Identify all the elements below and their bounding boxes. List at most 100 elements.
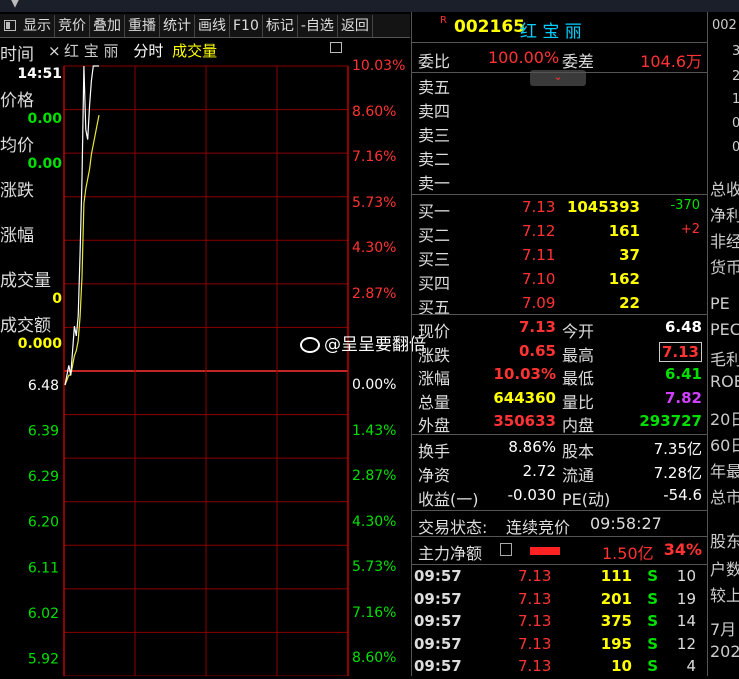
tick-row: 09:57 7.13 201 S 19	[412, 590, 702, 612]
chart-header: 红 宝 丽 分时 成交量	[64, 40, 344, 62]
status-value: 连续竞价	[506, 518, 571, 537]
edge-text: 年最	[710, 462, 739, 481]
buy-row: 买三 7.11 37	[416, 246, 706, 269]
tick-direction: S	[647, 567, 658, 585]
edge-text: 0	[732, 140, 739, 155]
toolbar-replay[interactable]: 重播	[125, 14, 160, 37]
quote-value: 6.41	[664, 365, 702, 383]
pct-tick-label: 10.03%	[352, 58, 406, 74]
chart-sub-label: 成交量	[172, 42, 218, 60]
sell-1-label: 卖一	[418, 174, 451, 193]
toolbar-mark[interactable]: 标记	[263, 14, 298, 37]
sell-row: 卖三	[416, 122, 706, 145]
weibi-value: 100.00%	[488, 48, 560, 67]
pct-zero-label: 0.00%	[352, 377, 397, 393]
sell-row: 卖五	[416, 74, 706, 97]
stock-header: R 002165 红 宝 丽	[416, 15, 706, 42]
fundamental-value: -0.030	[507, 486, 556, 504]
edge-text: PE	[710, 294, 730, 313]
left-tick-label: 6.29	[28, 469, 59, 485]
price-line	[64, 65, 99, 386]
edge-text: 20日	[710, 410, 739, 429]
f10-edge-panel: 002 3 2 1 0 0 总收净利非经货币 PE PEC 毛利 ROE 20日 60日年最总市股东户数…	[707, 12, 739, 676]
tick-volume: 375	[600, 612, 632, 630]
quote-row: 涨幅 10.03% 最低 6.41	[416, 365, 706, 388]
pct-tick-label: 2.87%	[352, 468, 397, 485]
fundamental-value: 2.72	[522, 462, 556, 480]
quote-value: 10.03%	[493, 365, 556, 383]
buy-volume: 162	[608, 270, 640, 288]
left-tick-label: 6.48	[28, 378, 59, 394]
quote-value: 7.13	[518, 318, 556, 336]
buy-volume: 22	[619, 294, 640, 312]
tick-count: 19	[676, 589, 696, 608]
buy-label: 买四	[418, 274, 451, 293]
quote-label: 今开	[562, 322, 595, 341]
buy-change: +2	[680, 222, 700, 237]
toolbar-display[interactable]: 显示	[20, 14, 55, 37]
tick-time: 09:57	[414, 567, 462, 585]
buy-volume: 37	[619, 246, 640, 264]
toolbar-f10[interactable]: F10	[230, 14, 263, 37]
weibi-row: 委比 100.00% 委差 104.6万	[416, 48, 706, 71]
toolbar-remove-watchlist[interactable]: -自选	[298, 14, 338, 37]
edge-text: 毛利	[710, 350, 739, 369]
quote-row: 涨跌 0.65 最高 7.13	[416, 341, 706, 365]
quote-value: 7.82	[664, 388, 702, 407]
toolbar-stats[interactable]: 统计	[160, 14, 195, 37]
top-menu-bar: ▼	[0, 0, 739, 12]
quote-panel: R 002165 红 宝 丽 委比 100.00% 委差 104.6万 ⌄ 卖五…	[411, 12, 707, 676]
netflow-row: 主力净额 1.50亿 34%	[416, 540, 706, 563]
watermark: @呈呈要翻倍	[300, 330, 426, 355]
buy-price: 7.12	[522, 222, 556, 240]
chart-maximize-icon[interactable]	[330, 42, 342, 53]
pct-tick-label: 5.73%	[352, 559, 397, 576]
pct-tick-label: 8.60%	[352, 103, 397, 120]
sell-3-label: 卖三	[418, 126, 451, 145]
toolbar-draw[interactable]: 画线	[195, 14, 230, 37]
tick-direction: S	[647, 589, 658, 608]
buy-price: 7.13	[522, 198, 556, 216]
sell-5-label: 卖五	[418, 78, 451, 97]
chart-toolbar: 显示 竞价 叠加 重播 统计 画线 F10 标记 -自选 返回	[0, 14, 410, 38]
quote-label: 涨跌	[418, 345, 451, 365]
fundamental-label: 换手	[418, 442, 451, 461]
tick-count: 12	[676, 634, 696, 653]
pct-tick-label: 5.73%	[352, 194, 397, 211]
quote-label: 最高	[562, 345, 595, 365]
tick-price: 7.13	[518, 612, 552, 630]
quote-value: 350633	[493, 412, 556, 430]
toolbar-overlay[interactable]: 叠加	[90, 14, 125, 37]
quote-label: 现价	[418, 322, 451, 341]
edge-text: PEC	[710, 320, 739, 339]
tick-row: 09:57 7.13 195 S 12	[412, 635, 702, 657]
quote-label: 内盘	[562, 416, 595, 435]
fundamental-row: 收益(一) -0.030 PE(动) -54.6	[416, 486, 706, 509]
buy-change: -370	[670, 198, 700, 213]
quote-label: 外盘	[418, 416, 451, 435]
quote-label: 涨幅	[418, 369, 451, 388]
toolbar-auction[interactable]: 竞价	[55, 14, 90, 37]
pct-tick-label: 8.60%	[352, 650, 397, 667]
tick-count: 10	[676, 567, 696, 585]
stock-name: 红 宝 丽	[520, 22, 582, 42]
quote-row: 现价 7.13 今开 6.48	[416, 318, 706, 341]
fundamental-row: 换手 8.86% 股本 7.35亿	[416, 438, 706, 461]
intraday-chart[interactable]: 6.48 6.39 6.29 6.20 6.11 6.02 5.92	[0, 60, 411, 676]
weibi-label: 委比	[418, 52, 451, 71]
weicha-label: 委差	[562, 52, 595, 71]
sell-4-label: 卖四	[418, 102, 451, 121]
buy-row: 买一 7.13 1045393 -370	[416, 198, 706, 221]
tick-price: 7.13	[518, 657, 552, 675]
buy-row: 买二 7.12 161 +2	[416, 222, 706, 245]
toolbar-back[interactable]: 返回	[338, 14, 373, 37]
edge-text: 净利	[710, 206, 739, 225]
edge-text: 总市	[710, 488, 739, 507]
close-info-icon[interactable]: ×	[48, 42, 61, 60]
netflow-detail-icon[interactable]	[500, 543, 512, 556]
panel-toggle-icon[interactable]	[4, 20, 16, 31]
sell-row: 卖四	[416, 98, 706, 121]
buy-price: 7.11	[522, 246, 556, 264]
chart-stock-name: 红 宝 丽	[64, 42, 119, 60]
fundamental-value: 8.86%	[508, 438, 556, 456]
